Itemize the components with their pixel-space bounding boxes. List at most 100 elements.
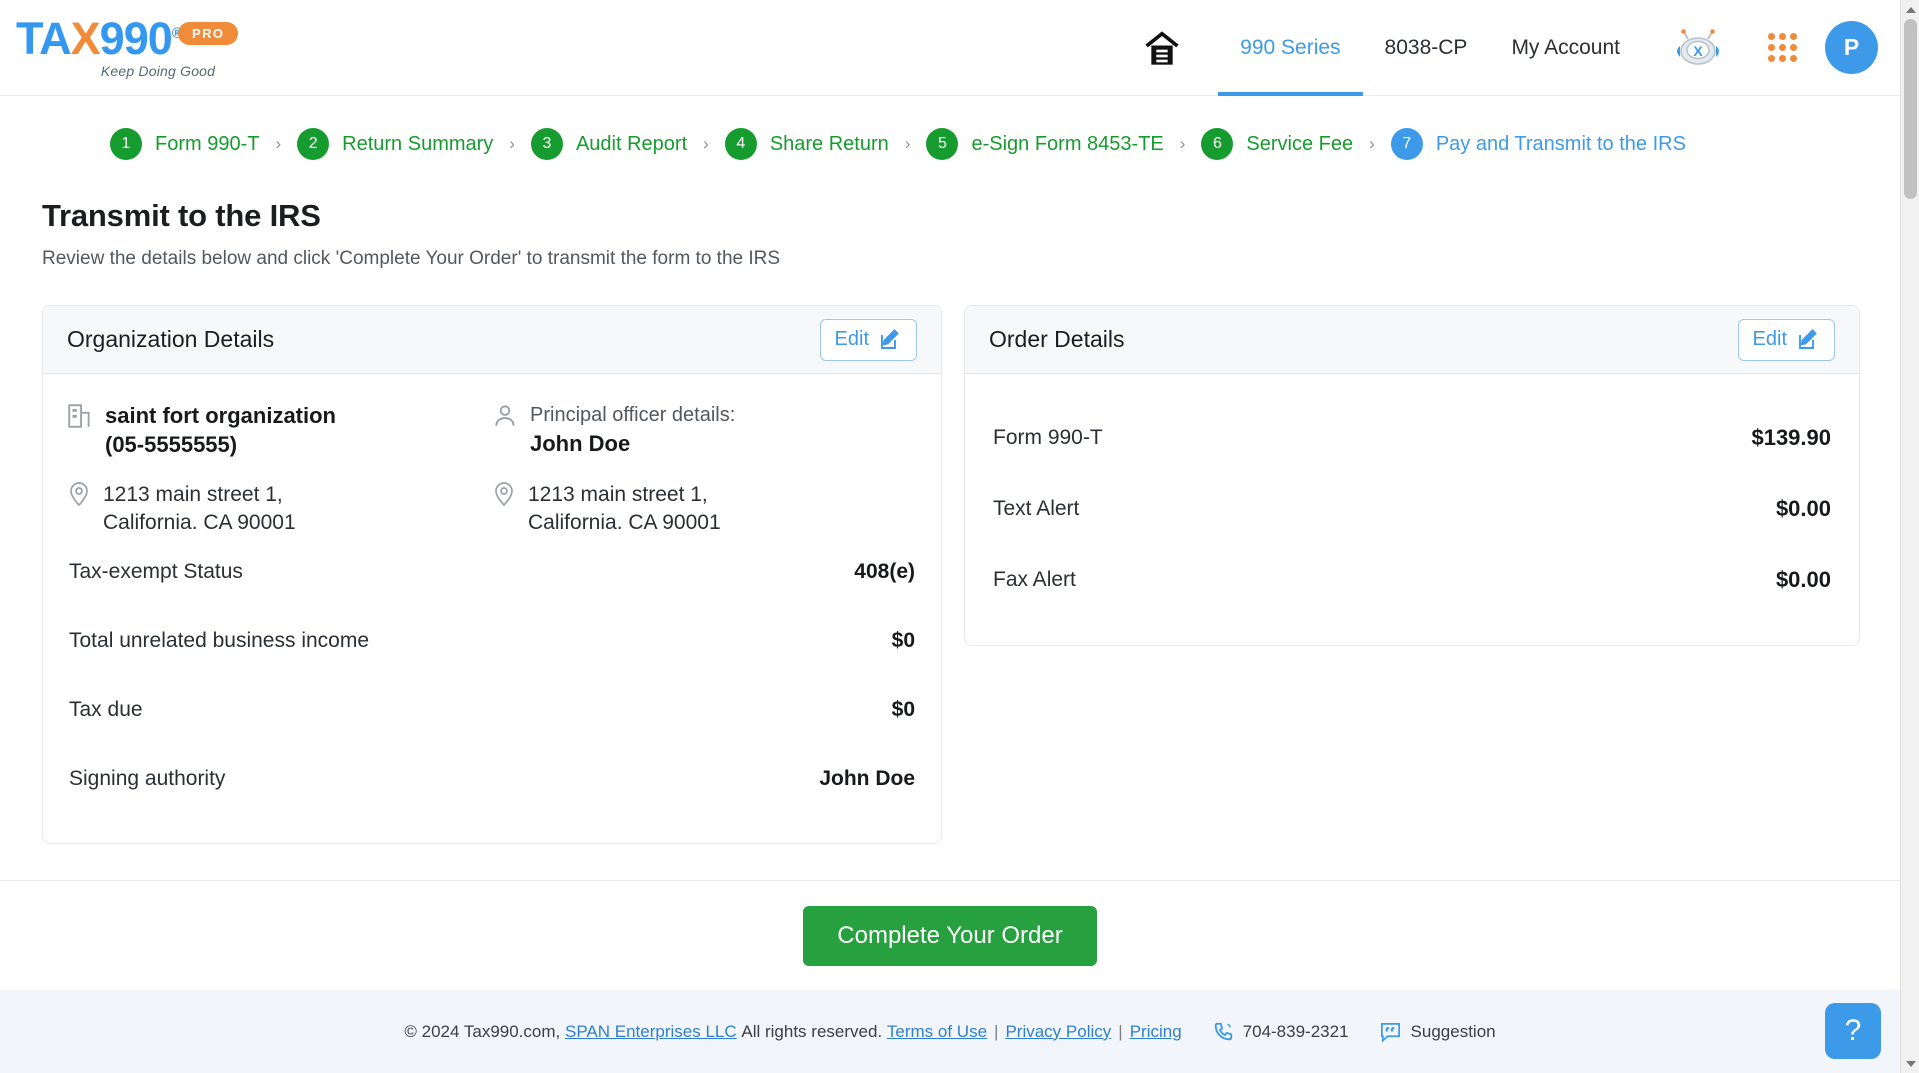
complete-your-order-button[interactable]: Complete Your Order (803, 905, 1097, 966)
step-4[interactable]: 4 Share Return (724, 128, 889, 160)
svg-text:X: X (1693, 43, 1703, 59)
step-number: 6 (1201, 128, 1234, 160)
nav-item-8038-cp[interactable]: 8038-CP (1363, 0, 1490, 96)
organization-details-card: Organization Details Edit saint fort org… (42, 305, 942, 845)
step-separator-icon: › (1369, 134, 1375, 153)
step-2[interactable]: 2 Return Summary (297, 128, 493, 160)
organization-detail-row: Tax due $0 (67, 675, 917, 744)
apps-grid-icon[interactable] (1768, 33, 1797, 62)
row-label: Total unrelated business income (69, 629, 370, 653)
step-label: Audit Report (575, 132, 688, 155)
edit-organization-button[interactable]: Edit (819, 318, 917, 361)
avatar-initial: P (1843, 34, 1860, 60)
organization-name-row: saint fort organization (05-5555555) (67, 402, 492, 459)
row-label: Tax-exempt Status (69, 560, 243, 584)
organization-name: saint fort organization (105, 403, 336, 428)
order-detail-row: Form 990-T $139.90 (989, 402, 1835, 473)
organization-column: saint fort organization (05-5555555) 121… (67, 402, 492, 537)
organization-summary: saint fort organization (05-5555555) 121… (67, 402, 917, 537)
footer-rights: All rights reserved. (741, 1021, 883, 1041)
terms-of-use-link[interactable]: Terms of Use (887, 1022, 987, 1042)
footer-separator: | (994, 1021, 999, 1041)
officer-address: 1213 main street 1, California. CA 90001 (528, 481, 721, 537)
building-icon (67, 402, 93, 430)
row-label: Tax due (69, 698, 143, 722)
row-label: Text Alert (993, 497, 1080, 520)
app-page: TAX990® PRO Keep Doing Good 990 Series 8… (0, 0, 1919, 1073)
page-footer: © 2024 Tax990.com, SPAN Enterprises LLC … (0, 990, 1900, 1073)
logo-text: TAX990® (16, 16, 183, 61)
avatar[interactable]: P (1825, 21, 1878, 74)
page-title: Transmit to the IRS (42, 198, 321, 233)
suggestion-link[interactable]: Suggestion (1379, 1020, 1496, 1043)
officer-name: John Doe (530, 431, 631, 456)
organization-address-row: 1213 main street 1, California. CA 90001 (67, 481, 492, 537)
pro-badge: PRO (178, 22, 239, 45)
edit-order-button[interactable]: Edit (1737, 318, 1835, 361)
location-pin-icon (492, 481, 516, 507)
help-button[interactable]: ? (1825, 1003, 1881, 1059)
nav-label: My Account (1511, 35, 1620, 59)
page-scrollbar[interactable] (1900, 0, 1919, 1073)
organization-card-header: Organization Details Edit (43, 306, 941, 374)
step-5[interactable]: 5 e-Sign Form 8453-TE (926, 128, 1164, 160)
order-card-body: Form 990-T $139.90 Text Alert $0.00 Fax … (965, 374, 1859, 645)
officer-column: Principal officer details: John Doe 1213… (492, 402, 917, 537)
action-bar: Complete Your Order (0, 880, 1900, 990)
step-3[interactable]: 3 Audit Report (530, 128, 688, 160)
order-card-title: Order Details (989, 326, 1125, 352)
step-separator-icon: › (904, 134, 911, 153)
organization-address-line2: California. CA 90001 (103, 511, 296, 535)
pricing-link[interactable]: Pricing (1130, 1022, 1182, 1042)
officer-name-row: Principal officer details: John Doe (492, 402, 917, 459)
organization-address: 1213 main street 1, California. CA 90001 (103, 481, 296, 537)
nav-item-my-account[interactable]: My Account (1489, 0, 1642, 96)
phone-number: 704-839-2321 (1242, 1021, 1349, 1041)
step-7[interactable]: 7 Pay and Transmit to the IRS (1390, 128, 1686, 160)
scroll-up-arrow-icon[interactable] (1901, 0, 1919, 19)
order-card-header: Order Details Edit (965, 306, 1859, 374)
officer-address-line1: 1213 main street 1, (528, 482, 708, 506)
page-subtitle: Review the details below and click 'Comp… (42, 248, 781, 269)
brand-logo[interactable]: TAX990® PRO Keep Doing Good (0, 16, 270, 79)
row-value: John Doe (819, 767, 915, 791)
row-label: Fax Alert (993, 568, 1076, 591)
step-6[interactable]: 6 Service Fee (1201, 128, 1353, 160)
bot-assistant-icon[interactable]: X (1670, 26, 1726, 70)
organization-address-line1: 1213 main street 1, (103, 483, 283, 507)
edit-pencil-icon (878, 328, 902, 352)
step-separator-icon: › (1179, 134, 1186, 153)
edit-button-label: Edit (1752, 328, 1787, 350)
scrollbar-thumb[interactable] (1904, 19, 1917, 199)
home-icon[interactable] (1142, 28, 1182, 68)
details-cards: Organization Details Edit saint fort org… (0, 270, 1919, 845)
step-separator-icon: › (509, 134, 515, 153)
footer-copyright: © 2024 Tax990.com, (404, 1021, 561, 1041)
officer-label: Principal officer details: (530, 404, 736, 426)
step-separator-icon: › (275, 134, 282, 153)
step-label: e-Sign Form 8453-TE (971, 132, 1164, 155)
edit-pencil-icon (1796, 328, 1820, 352)
row-value: $0 (891, 698, 915, 722)
step-label: Share Return (769, 132, 889, 155)
organization-detail-row: Tax-exempt Status 408(e) (67, 537, 917, 606)
nav-item-990-series[interactable]: 990 Series (1218, 0, 1363, 96)
step-label: Form 990-T (155, 132, 260, 155)
organization-ein: (05-5555555) (105, 431, 238, 457)
privacy-policy-link[interactable]: Privacy Policy (1005, 1022, 1111, 1042)
step-1[interactable]: 1 Form 990-T (110, 128, 259, 160)
organization-card-body: saint fort organization (05-5555555) 121… (43, 374, 941, 843)
officer-address-row: 1213 main street 1, California. CA 90001 (492, 481, 917, 537)
quote-bubble-icon (1379, 1020, 1402, 1043)
row-value: $0.00 (1775, 567, 1831, 592)
step-number: 1 (110, 128, 142, 160)
scroll-down-arrow-icon[interactable] (1901, 1054, 1919, 1073)
step-label: Service Fee (1246, 132, 1354, 155)
row-value: $0.00 (1775, 496, 1831, 521)
organization-detail-row: Total unrelated business income $0 (67, 606, 917, 675)
span-enterprises-link[interactable]: SPAN Enterprises LLC (565, 1022, 737, 1042)
suggestion-label: Suggestion (1410, 1021, 1496, 1041)
support-phone[interactable]: 704-839-2321 (1212, 1021, 1349, 1043)
step-number: 7 (1390, 128, 1423, 160)
step-number: 3 (530, 128, 563, 160)
